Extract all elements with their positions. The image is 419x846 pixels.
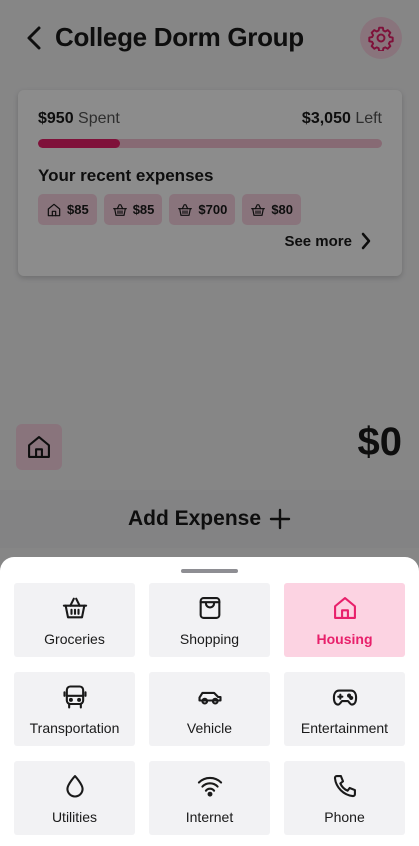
category-grid: Groceries Shopping Housing Transportation Ve… <box>14 583 405 835</box>
drop-icon <box>65 774 84 797</box>
category-groceries-button[interactable]: Groceries <box>14 583 135 657</box>
sheet-drag-handle[interactable] <box>181 569 238 573</box>
category-transportation-button[interactable]: Transportation <box>14 672 135 746</box>
category-housing-button[interactable]: Housing <box>284 583 405 657</box>
category-entertainment-button[interactable]: Entertainment <box>284 672 405 746</box>
category-label: Utilities <box>51 808 98 825</box>
category-vehicle-button[interactable]: Vehicle <box>149 672 270 746</box>
category-phone-button[interactable]: Phone <box>284 761 405 835</box>
category-label: Internet <box>185 808 234 825</box>
category-internet-button[interactable]: Internet <box>149 761 270 835</box>
category-label: Vehicle <box>186 719 233 736</box>
category-label: Transportation <box>29 719 120 736</box>
wifi-icon <box>197 776 222 797</box>
bus-icon <box>62 684 87 709</box>
category-label: Groceries <box>44 630 105 647</box>
category-utilities-button[interactable]: Utilities <box>14 761 135 835</box>
basket-icon <box>62 597 87 618</box>
category-label: Phone <box>324 808 365 825</box>
car-icon <box>197 691 222 704</box>
category-label: Entertainment <box>300 719 389 736</box>
category-shopping-button[interactable]: Shopping <box>149 583 270 657</box>
gamepad-icon <box>332 689 357 706</box>
category-label: Shopping <box>179 630 240 647</box>
phone-icon <box>333 774 356 797</box>
shopping-bag-icon <box>199 596 220 619</box>
category-label: Housing <box>316 630 373 647</box>
house-icon <box>333 596 356 619</box>
category-picker-sheet: Groceries Shopping Housing Transportation Ve… <box>0 557 419 846</box>
